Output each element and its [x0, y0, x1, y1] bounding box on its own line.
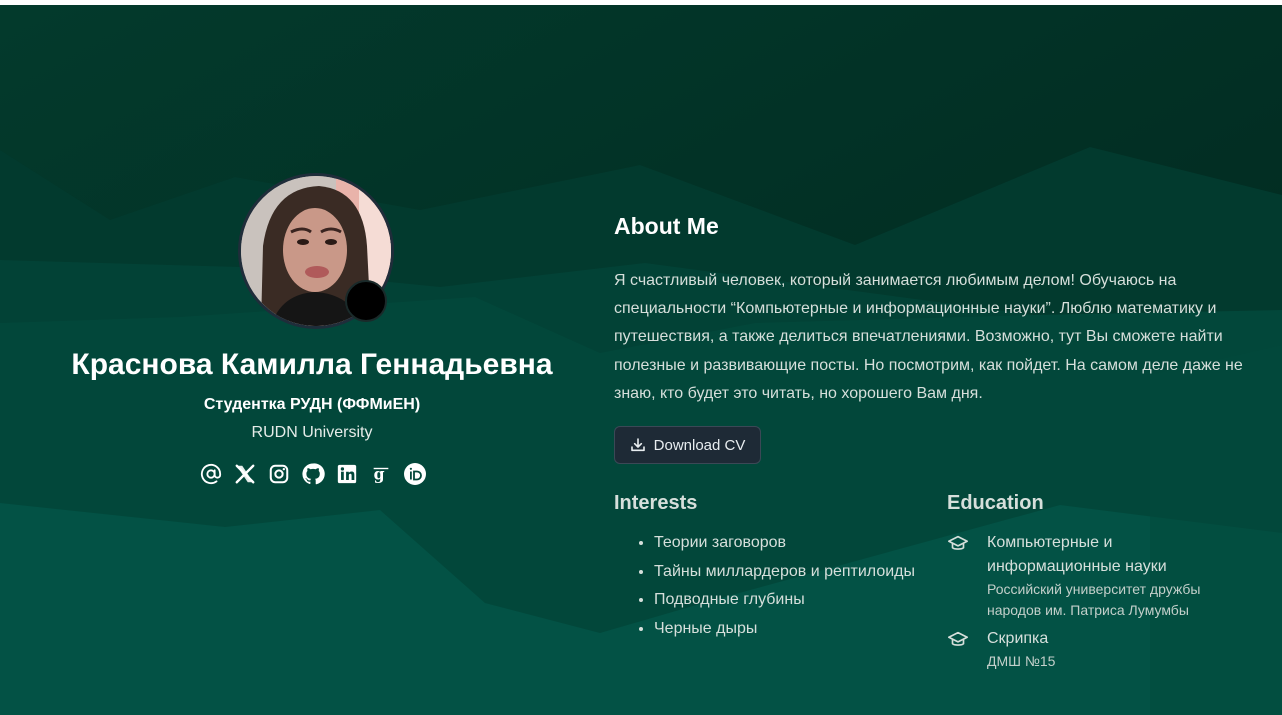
hero-section: Краснова Камилла Геннадьевна Студентка Р…: [0, 5, 1282, 715]
graduation-cap-icon: [948, 535, 968, 550]
google-scholar-icon: g: [374, 465, 389, 484]
social-links: g: [199, 461, 427, 487]
profile-name: Краснова Камилла Геннадьевна: [71, 348, 553, 381]
google-scholar-link[interactable]: g: [369, 462, 393, 486]
education-title: Education: [947, 492, 1044, 514]
download-icon: [630, 438, 645, 452]
svg-text:g: g: [374, 465, 385, 484]
orcid-link[interactable]: [403, 462, 427, 486]
github-icon: [302, 463, 325, 485]
education-degree: Компьютерные и информационные науки: [987, 534, 1167, 575]
download-cv-label: Download CV: [653, 436, 746, 454]
status-indicator: [345, 280, 387, 322]
list-item: Тайны миллардеров и рептилоиды: [654, 558, 915, 587]
instagram-icon: [269, 464, 289, 484]
at-icon: [200, 463, 222, 485]
x-icon: [235, 464, 255, 484]
about-title: About Me: [614, 213, 719, 239]
education-institution: Российский университет дружбы народов им…: [987, 581, 1201, 618]
education-item: Скрипка ДМШ №15: [947, 627, 1247, 672]
graduation-cap-icon: [948, 631, 968, 646]
profile-organization: RUDN University: [251, 424, 373, 441]
list-item: Черные дыры: [654, 615, 915, 644]
education-degree: Скрипка: [987, 630, 1049, 647]
education-list: Компьютерные и информационные науки Росс…: [947, 531, 1247, 678]
avatar-container: [238, 173, 394, 329]
x-link[interactable]: [233, 462, 257, 486]
list-item: Подводные глубины: [654, 586, 915, 615]
linkedin-link[interactable]: [335, 462, 359, 486]
education-institution: ДМШ №15: [987, 653, 1056, 669]
download-cv-button[interactable]: Download CV: [614, 426, 761, 464]
interests-title: Interests: [614, 492, 698, 514]
interests-list: Теории заговоров Тайны миллардеров и реп…: [634, 529, 915, 644]
profile-role: Студентка РУДН (ФФМиЕН): [203, 396, 421, 413]
education-item: Компьютерные и информационные науки Росс…: [947, 531, 1247, 621]
instagram-link[interactable]: [267, 462, 291, 486]
list-item: Теории заговоров: [654, 529, 915, 558]
orcid-icon: [404, 463, 426, 485]
email-link[interactable]: [199, 462, 223, 486]
linkedin-icon: [337, 464, 357, 484]
github-link[interactable]: [301, 462, 325, 486]
about-text: Я счастливый человек, который занимается…: [614, 272, 1243, 402]
